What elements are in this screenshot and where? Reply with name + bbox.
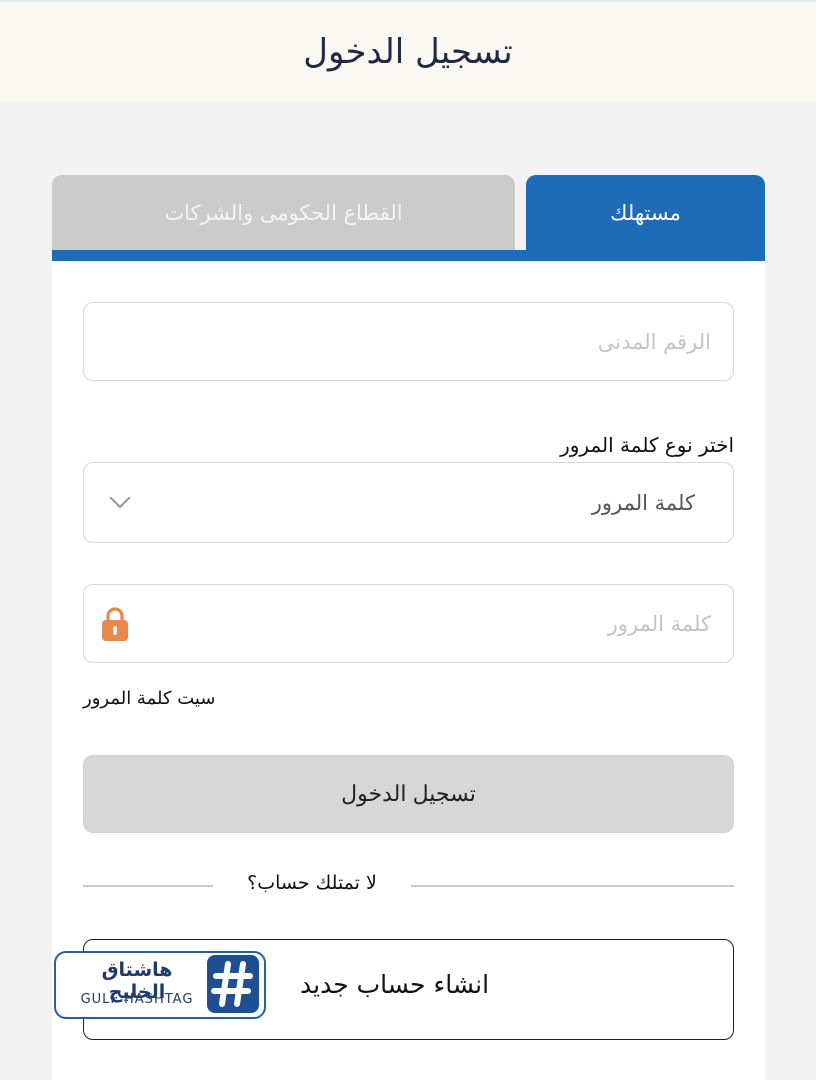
lock-icon[interactable] [100,606,130,642]
page-title: تسجيل الدخول [303,32,513,72]
civil-id-input[interactable] [84,303,733,380]
login-button[interactable]: تسجيل الدخول [83,755,734,833]
page-header: تسجيل الدخول [0,2,816,102]
hash-icon [207,955,259,1013]
civil-id-field[interactable] [83,302,734,381]
password-input[interactable] [84,585,733,662]
create-account-label: انشاء حساب جديد [300,970,490,999]
forgot-password-link[interactable]: سيت كلمة المرور [83,688,215,709]
no-account-text: لا تمتلك حساب؟ [247,872,377,894]
active-tab-strip [52,250,765,261]
password-type-value: كلمة المرور [591,490,695,515]
tab-consumer[interactable]: مستهلك [526,175,765,250]
watermark-latin-text: GULF HASHTAG [80,992,194,1007]
divider-right [411,885,734,887]
chevron-down-icon [108,491,132,515]
password-field[interactable] [83,584,734,663]
password-type-label: اختر نوع كلمة المرور [560,433,734,457]
tab-government-companies[interactable]: القطاع الحكومى والشركات [52,175,515,250]
password-type-select[interactable]: كلمة المرور [83,462,734,543]
tab-consumer-label: مستهلك [610,200,681,225]
tab-government-label: القطاع الحكومى والشركات [164,200,403,225]
divider-left [83,885,213,887]
